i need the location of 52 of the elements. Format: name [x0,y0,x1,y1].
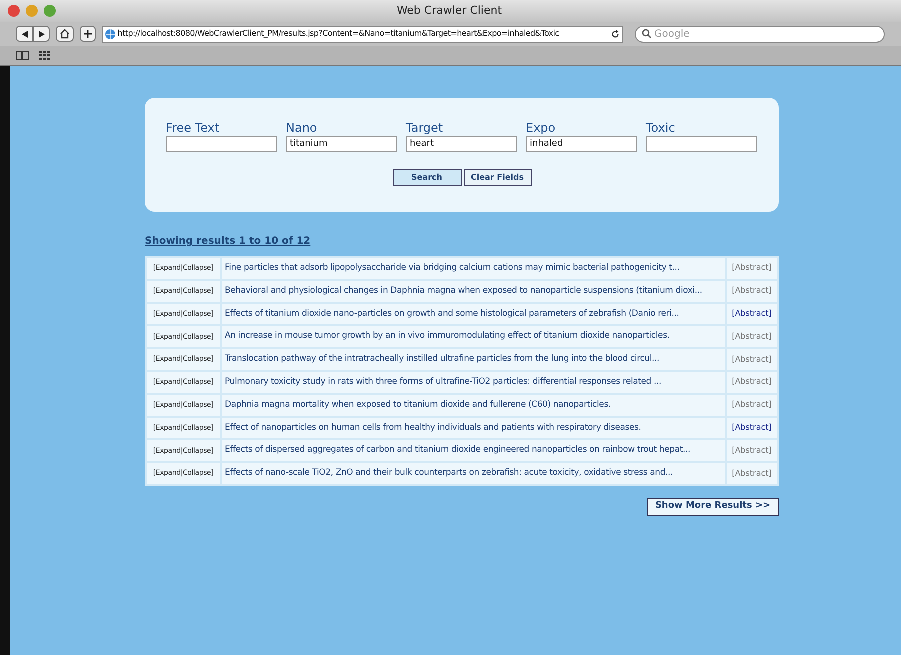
search-input[interactable]: titanium [286,136,397,152]
home-button[interactable] [56,26,74,42]
form-button[interactable]: Clear Fields [464,169,532,186]
form-button[interactable]: Search [392,169,462,186]
abstract-link[interactable]: [Abstract] [727,440,777,462]
plus-icon [84,30,92,38]
reload-icon[interactable] [610,30,620,38]
search-input[interactable] [166,136,277,152]
results-summary-link[interactable]: Showing results 1 to 10 of 12 [145,234,779,249]
search-input[interactable] [646,136,757,152]
field-label: Nano [286,121,318,136]
result-title-link[interactable]: Behavioral and physiological changes in Daphnia magna when exposed to nanoparticle suspensions (titanium dioxi... [222,280,725,302]
result-title-link[interactable]: Effects of dispersed aggregates of carbon and titanium dioxide engineered nanoparticles on rainbow trout hepat... [222,440,725,462]
forward-button[interactable] [33,26,50,42]
globe-icon [104,28,116,40]
abstract-link[interactable]: [Abstract] [727,418,777,438]
result-title-link[interactable]: Effect of nanoparticles on human cells from healthy individuals and patients with respiratory diseases. [222,418,725,438]
abstract-link[interactable]: [Abstract] [727,258,777,279]
field-label: Free Text [166,121,221,136]
search-icon [642,29,652,39]
result-title-link[interactable]: Translocation pathway of the intratracheally instilled ultrafine particles from the lung into the blood circul... [222,349,725,370]
result-title-link[interactable]: Effects of titanium dioxide nano-particles on growth and some histological parameters of zebrafish (Danio reri... [222,304,725,324]
abstract-link[interactable]: [Abstract] [727,463,777,484]
abstract-link[interactable]: [Abstract] [727,304,777,324]
result-title-link[interactable]: Pulmonary toxicity study in rats with three forms of ultrafine-TiO2 particles: differential responses related ... [222,372,725,393]
abstract-link[interactable]: [Abstract] [727,372,777,393]
field-label: Expo [526,121,557,136]
url-text: http://localhost:8080/WebCrawlerClient_PM/results.jsp?Content=&Nano=titanium&Target=heart&Expo=inhaled&Toxic [118,28,560,40]
result-title-link[interactable]: Daphnia magna mortality when exposed to titanium dioxide and fullerene (C60) nanoparticles. [222,394,725,416]
search-placeholder: Google [654,28,690,42]
result-title-link[interactable]: An increase in mouse tumor growth by an in vivo immuromodulating effect of titanium dioxide nanoparticles. [222,326,725,348]
search-input[interactable]: heart [406,136,517,152]
back-icon [22,30,28,38]
search-input[interactable]: inhaled [526,136,637,152]
add-bookmark-button[interactable] [80,26,96,42]
result-title-link[interactable]: Fine particles that adsorb lipopolysaccharide via bridging calcium cations may mimic bacterial pathogenicity t... [222,258,725,279]
abstract-link[interactable]: [Abstract] [727,349,777,370]
abstract-link[interactable]: [Abstract] [727,326,777,348]
field-label: Toxic [646,121,676,136]
abstract-link[interactable]: [Abstract] [727,280,777,302]
back-button[interactable] [16,26,33,42]
field-label: Target [406,121,444,136]
window-title: Web Crawler Client [396,2,502,19]
grid-icon[interactable] [39,51,50,60]
close-icon[interactable] [8,5,20,17]
book-icon[interactable] [16,51,29,60]
abstract-link[interactable]: [Abstract] [727,394,777,416]
forward-icon [38,30,44,38]
show-more-button[interactable]: Show More Results >> [647,498,779,516]
result-title-link[interactable]: Effects of nano-scale TiO2, ZnO and their bulk counterparts on zebrafish: acute toxicity, oxidative stress and... [222,463,725,484]
address-field[interactable]: http://localhost:8080/WebCrawlerClient_PM/results.jsp?Content=&Nano=titanium&Target=heart&Expo=inhaled&Toxic [102,26,622,42]
home-icon [60,29,70,39]
